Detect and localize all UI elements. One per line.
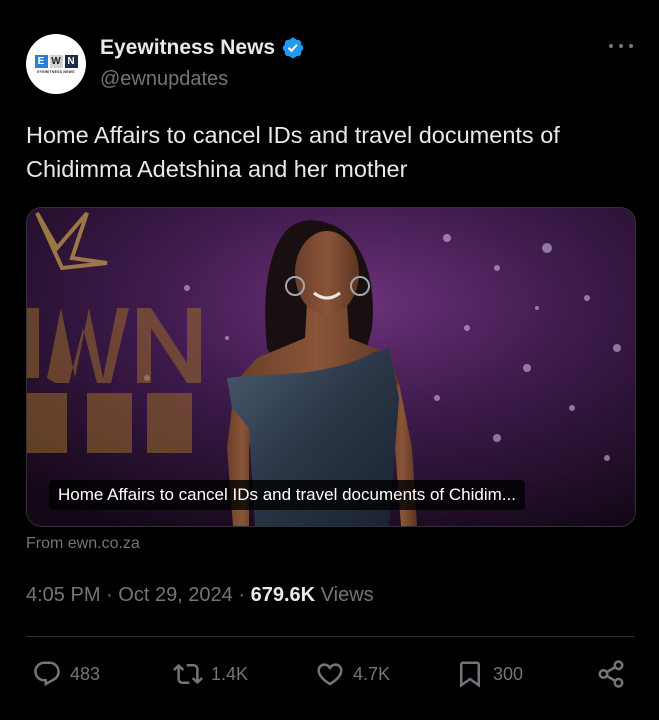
- avatar[interactable]: E W N EYEWITNESS NEWS: [26, 34, 86, 94]
- tweet-time[interactable]: 4:05 PM: [26, 584, 100, 606]
- author-name-row: Eyewitness News: [100, 36, 305, 60]
- ewn-logo-letter-w: W: [49, 54, 63, 68]
- photo-woman-on-stage: [27, 208, 635, 526]
- link-card[interactable]: Home Affairs to cancel IDs and travel do…: [26, 207, 636, 527]
- action-bar: 483 1.4K 4.7K 300: [0, 652, 659, 696]
- repost-icon: [173, 663, 203, 685]
- link-card-source[interactable]: From ewn.co.za: [26, 535, 140, 553]
- tweet: E W N EYEWITNESS NEWS Eyewitness News @e…: [0, 0, 659, 720]
- ewn-logo-tagline: EYEWITNESS NEWS: [37, 69, 75, 74]
- meta-separator: ·: [238, 584, 246, 606]
- repost-count: 1.4K: [211, 663, 249, 684]
- tweet-date[interactable]: Oct 29, 2024: [118, 584, 233, 606]
- bookmark-count: 300: [493, 663, 524, 684]
- bookmark-icon: [460, 661, 480, 688]
- link-card-title: Home Affairs to cancel IDs and travel do…: [49, 480, 525, 510]
- tweet-meta: 4:05 PM · Oct 29, 2024 · 679.6K Views: [26, 584, 374, 607]
- views-label: Views: [320, 584, 374, 606]
- bookmark-button[interactable]: 300: [455, 652, 523, 696]
- share-icon: [598, 660, 624, 688]
- more-icon[interactable]: [609, 36, 633, 56]
- reply-icon: [34, 661, 60, 687]
- verified-badge-icon[interactable]: [281, 36, 305, 60]
- views-count: 679.6K: [250, 584, 316, 606]
- like-button[interactable]: 4.7K: [315, 652, 390, 696]
- repost-button[interactable]: 1.4K: [173, 652, 248, 696]
- tweet-text: Home Affairs to cancel IDs and travel do…: [26, 122, 560, 182]
- ewn-logo-letter-n: N: [64, 54, 78, 68]
- share-button[interactable]: [596, 652, 626, 696]
- meta-separator: ·: [106, 584, 113, 606]
- ewn-logo: E W N: [34, 54, 78, 68]
- author-display-name[interactable]: Eyewitness News: [100, 36, 275, 60]
- ewn-logo-letter-e: E: [34, 54, 48, 68]
- reply-count: 483: [70, 663, 101, 684]
- like-icon: [317, 663, 343, 686]
- divider: [26, 636, 634, 637]
- author-handle[interactable]: @ewnupdates: [100, 68, 228, 91]
- like-count: 4.7K: [353, 663, 391, 684]
- reply-button[interactable]: 483: [32, 652, 100, 696]
